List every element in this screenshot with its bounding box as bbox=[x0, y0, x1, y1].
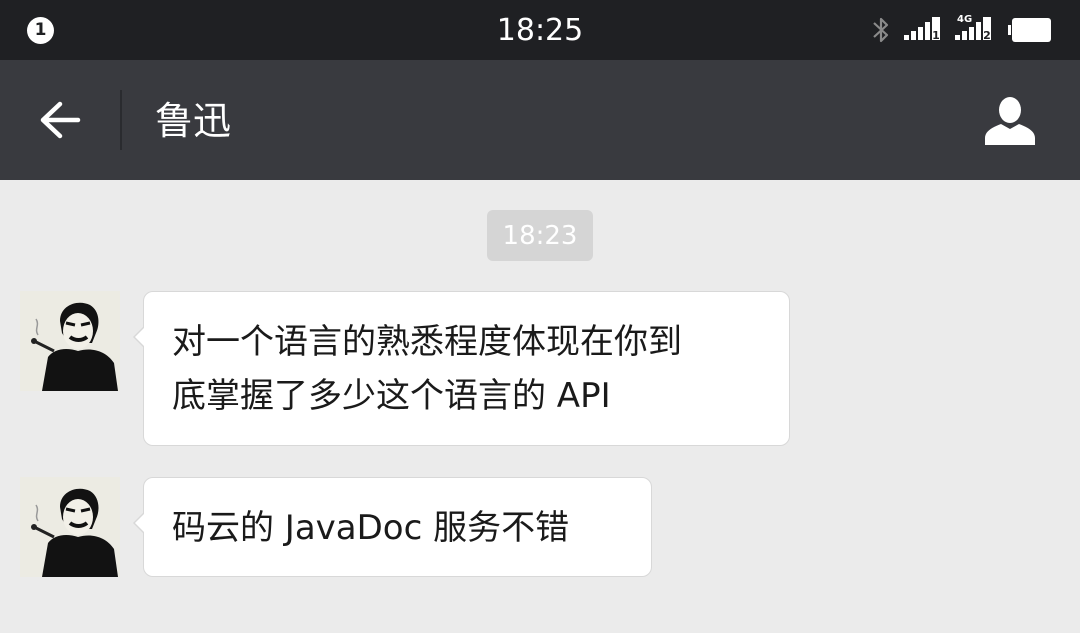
signal-icon: 1 bbox=[904, 17, 940, 42]
signal-icon: 2 bbox=[955, 17, 991, 42]
sim1-label: 1 bbox=[932, 29, 940, 42]
avatar[interactable] bbox=[20, 477, 120, 577]
profile-button[interactable] bbox=[980, 90, 1040, 150]
arrow-left-icon bbox=[40, 101, 81, 139]
battery-icon bbox=[1008, 18, 1051, 42]
message-text-line: 底掌握了多少这个语言的 API bbox=[172, 376, 611, 416]
message-text-line: 码云的 JavaDoc 服务不错 bbox=[172, 508, 570, 548]
back-button[interactable] bbox=[30, 90, 90, 150]
sim2-label: 2 bbox=[983, 29, 991, 42]
nav-bar: 鲁迅 bbox=[0, 60, 1080, 180]
person-icon bbox=[985, 97, 1035, 145]
chat-title: 鲁迅 bbox=[155, 99, 232, 143]
message-text-line: 对一个语言的熟悉程度体现在你到 bbox=[172, 322, 682, 362]
message-bubble[interactable]: 码云的 JavaDoc 服务不错 bbox=[133, 477, 652, 577]
nav-divider bbox=[120, 90, 122, 150]
bluetooth-icon bbox=[873, 17, 889, 43]
status-bar: 1 18:25 1 4G 2 bbox=[0, 0, 1080, 60]
avatar[interactable] bbox=[20, 291, 120, 391]
message-timestamp: 18:23 bbox=[487, 210, 593, 261]
message-bubble[interactable]: 对一个语言的熟悉程度体现在你到 底掌握了多少这个语言的 API bbox=[133, 291, 790, 446]
